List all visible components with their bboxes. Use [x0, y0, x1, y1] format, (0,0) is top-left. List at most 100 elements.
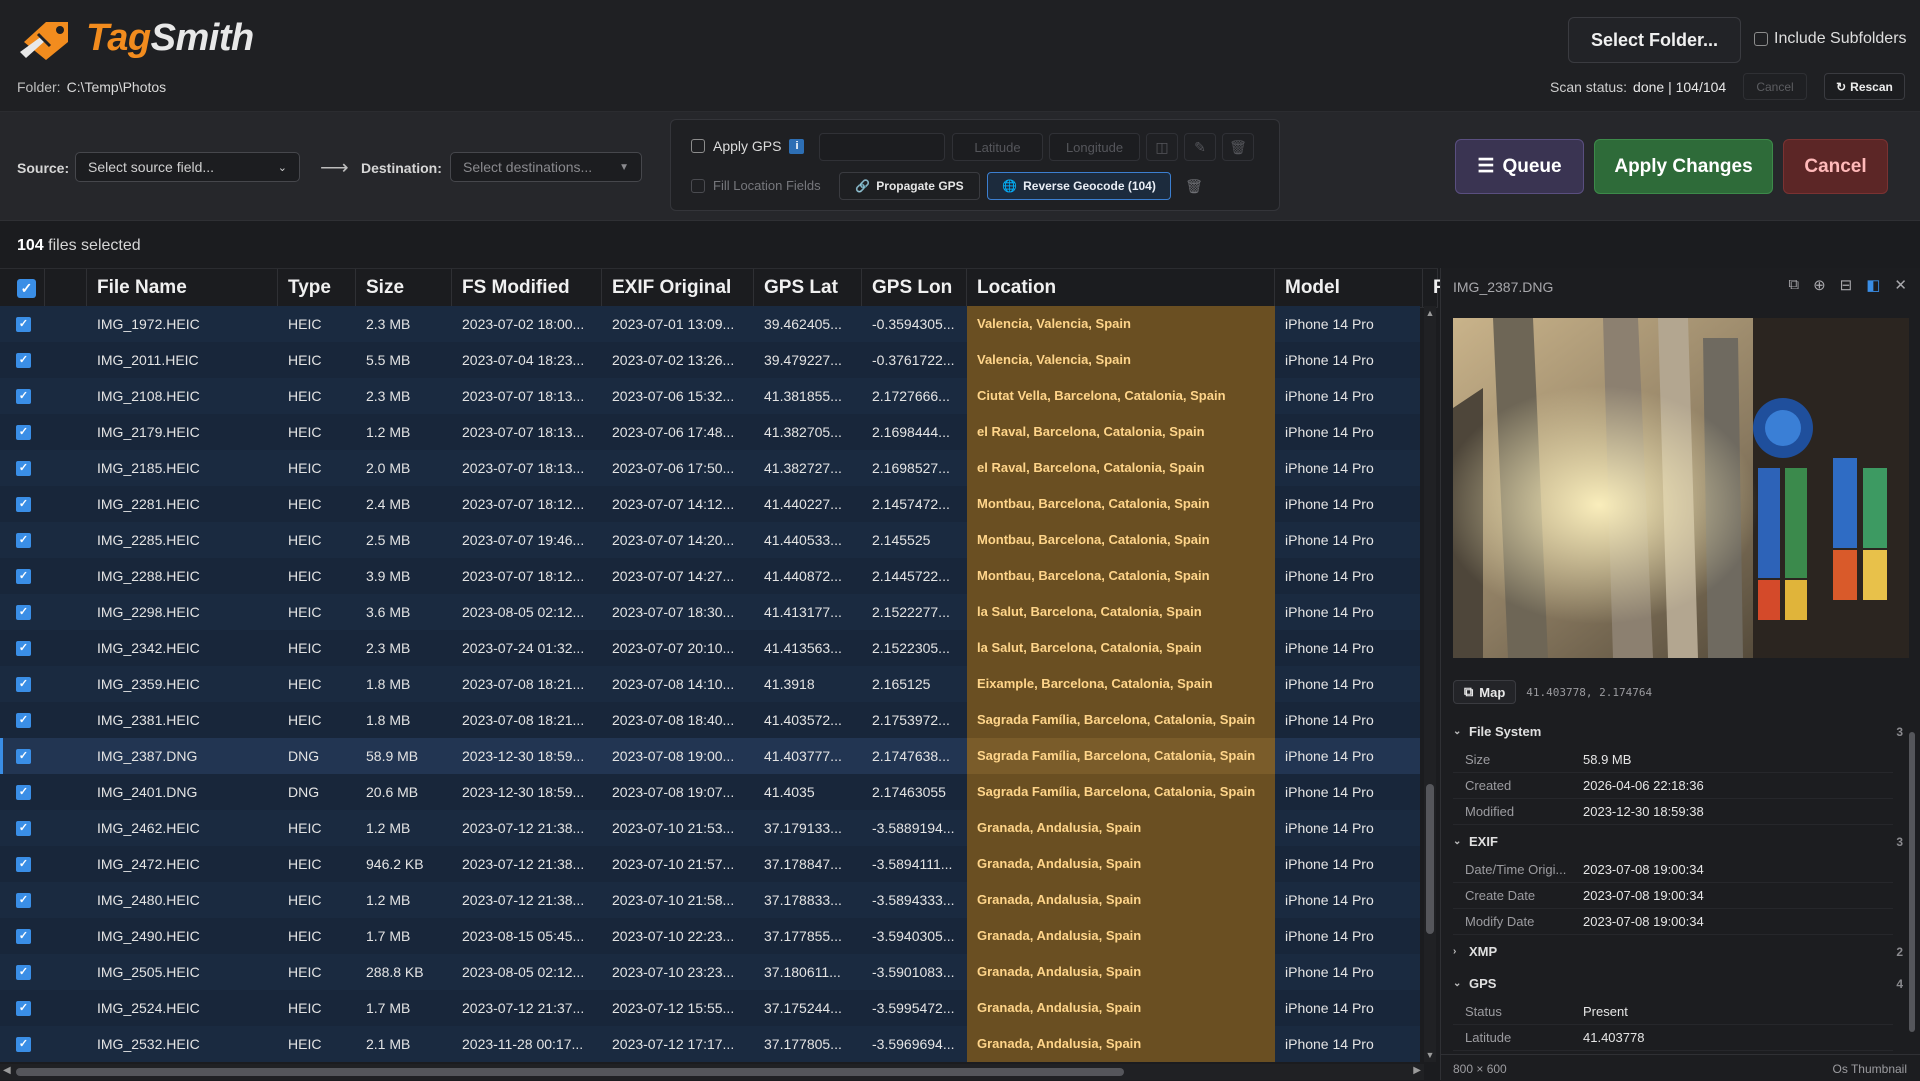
column-header-gps-lat[interactable]: GPS Lat	[754, 269, 862, 307]
table-row[interactable]: ✓ IMG_2281.HEIC HEIC 2.4 MB 2023-07-07 18:12…	[0, 486, 1420, 522]
row-select-cell[interactable]: ✓	[0, 306, 45, 342]
scroll-right-arrow-icon[interactable]: ▶	[1413, 1065, 1421, 1076]
info-icon[interactable]: i	[789, 138, 805, 154]
section-header-gps[interactable]: ⌄ GPS 4	[1453, 976, 1903, 991]
column-header-size[interactable]: Size	[356, 269, 452, 307]
row-select-cell[interactable]: ✓	[0, 414, 45, 450]
row-checkbox[interactable]: ✓	[16, 677, 31, 692]
table-row[interactable]: ✓ IMG_2472.HEIC HEIC 946.2 KB 2023-07-12 21:…	[0, 846, 1420, 882]
table-row[interactable]: ✓ IMG_2298.HEIC HEIC 3.6 MB 2023-08-05 02:12…	[0, 594, 1420, 630]
table-row[interactable]: ✓ IMG_2342.HEIC HEIC 2.3 MB 2023-07-24 01:32…	[0, 630, 1420, 666]
row-checkbox[interactable]: ✓	[16, 425, 31, 440]
layout-horizontal-icon[interactable]: ⊟	[1840, 276, 1853, 294]
row-checkbox[interactable]: ✓	[16, 893, 31, 908]
pencil-icon[interactable]: ✎	[1184, 133, 1216, 161]
fill-location-toggle[interactable]: Fill Location Fields	[691, 178, 821, 193]
queue-button[interactable]: ☰ Queue	[1455, 139, 1584, 194]
section-header-file-system[interactable]: ⌄ File System 3	[1453, 724, 1903, 739]
row-select-cell[interactable]: ✓	[0, 738, 45, 774]
row-checkbox[interactable]: ✓	[16, 1001, 31, 1016]
layout-vertical-icon[interactable]: ◧	[1866, 276, 1880, 294]
table-row[interactable]: ✓ IMG_2387.DNG DNG 58.9 MB 2023-12-30 18:59.…	[0, 738, 1420, 774]
row-checkbox[interactable]: ✓	[16, 821, 31, 836]
row-select-cell[interactable]: ✓	[0, 450, 45, 486]
include-subfolders-toggle[interactable]: Include Subfolders	[1754, 30, 1907, 48]
section-header-xmp[interactable]: › XMP 2	[1453, 944, 1903, 959]
select-all-header[interactable]: ✓	[0, 269, 45, 307]
column-header-exif-original[interactable]: EXIF Original	[602, 269, 754, 307]
rescan-button[interactable]: ↻ Rescan	[1824, 73, 1905, 100]
row-select-cell[interactable]: ✓	[0, 954, 45, 990]
row-select-cell[interactable]: ✓	[0, 558, 45, 594]
open-external-icon[interactable]: ⧉	[1788, 276, 1799, 294]
row-checkbox[interactable]: ✓	[16, 749, 31, 764]
map-button[interactable]: ⧉ Map	[1453, 680, 1517, 704]
select-all-checkbox[interactable]: ✓	[17, 279, 36, 298]
row-checkbox[interactable]: ✓	[16, 929, 31, 944]
table-row[interactable]: ✓ IMG_2381.HEIC HEIC 1.8 MB 2023-07-08 18:21…	[0, 702, 1420, 738]
row-checkbox[interactable]: ✓	[16, 497, 31, 512]
table-row[interactable]: ✓ IMG_2480.HEIC HEIC 1.2 MB 2023-07-12 21:38…	[0, 882, 1420, 918]
column-header-type[interactable]: Type	[278, 269, 356, 307]
column-header-gps-lon[interactable]: GPS Lon	[862, 269, 967, 307]
apply-gps-checkbox[interactable]	[691, 139, 705, 153]
reverse-geocode-button[interactable]: 🌐 Reverse Geocode (104)	[987, 172, 1171, 200]
row-checkbox[interactable]: ✓	[16, 713, 31, 728]
column-header-file-name[interactable]: File Name	[87, 269, 278, 307]
apply-changes-button[interactable]: Apply Changes	[1594, 139, 1773, 194]
row-checkbox[interactable]: ✓	[16, 785, 31, 800]
table-row[interactable]: ✓ IMG_2490.HEIC HEIC 1.7 MB 2023-08-15 05:45…	[0, 918, 1420, 954]
table-row[interactable]: ✓ IMG_2532.HEIC HEIC 2.1 MB 2023-11-28 00:17…	[0, 1026, 1420, 1062]
table-row[interactable]: ✓ IMG_2462.HEIC HEIC 1.2 MB 2023-07-12 21:38…	[0, 810, 1420, 846]
row-checkbox[interactable]: ✓	[16, 1037, 31, 1052]
row-checkbox[interactable]: ✓	[16, 389, 31, 404]
column-header-location[interactable]: Location	[967, 269, 1275, 307]
source-field-select[interactable]: Select source field... ⌄	[75, 152, 300, 182]
properties-scrollbar[interactable]	[1907, 714, 1917, 1044]
row-checkbox[interactable]: ✓	[16, 641, 31, 656]
row-select-cell[interactable]: ✓	[0, 486, 45, 522]
table-row[interactable]: ✓ IMG_2359.HEIC HEIC 1.8 MB 2023-07-08 18:21…	[0, 666, 1420, 702]
select-folder-button[interactable]: Select Folder...	[1568, 17, 1741, 63]
table-row[interactable]: ✓ IMG_2108.HEIC HEIC 2.3 MB 2023-07-07 18:13…	[0, 378, 1420, 414]
include-subfolders-checkbox[interactable]	[1754, 32, 1768, 46]
latitude-input[interactable]: Latitude	[952, 133, 1043, 161]
row-checkbox[interactable]: ✓	[16, 965, 31, 980]
gps-coords-input[interactable]	[819, 133, 945, 161]
scroll-down-arrow-icon[interactable]: ▼	[1424, 1050, 1436, 1060]
row-select-cell[interactable]: ✓	[0, 666, 45, 702]
row-select-cell[interactable]: ✓	[0, 378, 45, 414]
longitude-input[interactable]: Longitude	[1049, 133, 1140, 161]
cancel-button[interactable]: Cancel	[1783, 139, 1888, 194]
row-select-cell[interactable]: ✓	[0, 702, 45, 738]
row-select-cell[interactable]: ✓	[0, 810, 45, 846]
row-checkbox[interactable]: ✓	[16, 569, 31, 584]
table-horizontal-scrollbar[interactable]: ◀ ▶	[0, 1064, 1424, 1080]
table-vertical-scroll-thumb[interactable]	[1426, 784, 1434, 934]
table-horizontal-scroll-thumb[interactable]	[16, 1068, 1124, 1076]
row-select-cell[interactable]: ✓	[0, 882, 45, 918]
row-checkbox[interactable]: ✓	[16, 857, 31, 872]
row-select-cell[interactable]: ✓	[0, 630, 45, 666]
scroll-left-arrow-icon[interactable]: ◀	[3, 1065, 11, 1076]
column-header-fs-modified[interactable]: FS Modified	[452, 269, 602, 307]
row-checkbox[interactable]: ✓	[16, 353, 31, 368]
properties-scroll-thumb[interactable]	[1909, 732, 1915, 1032]
column-header-extra[interactable]: F	[1423, 269, 1445, 307]
scan-cancel-button[interactable]: Cancel	[1743, 73, 1807, 100]
row-checkbox[interactable]: ✓	[16, 533, 31, 548]
clear-geocode-trash-icon[interactable]: 🗑	[1180, 172, 1208, 200]
row-select-cell[interactable]: ✓	[0, 774, 45, 810]
column-header-model[interactable]: Model	[1275, 269, 1423, 307]
scroll-up-arrow-icon[interactable]: ▲	[1424, 308, 1436, 318]
camera-icon[interactable]: ◫	[1146, 133, 1178, 161]
table-row[interactable]: ✓ IMG_2011.HEIC HEIC 5.5 MB 2023-07-04 18:23…	[0, 342, 1420, 378]
row-checkbox[interactable]: ✓	[16, 317, 31, 332]
row-select-cell[interactable]: ✓	[0, 918, 45, 954]
row-select-cell[interactable]: ✓	[0, 522, 45, 558]
table-row[interactable]: ✓ IMG_2401.DNG DNG 20.6 MB 2023-12-30 18:59.…	[0, 774, 1420, 810]
propagate-gps-button[interactable]: 🔗 Propagate GPS	[839, 172, 980, 200]
row-checkbox[interactable]: ✓	[16, 605, 31, 620]
fill-location-checkbox[interactable]	[691, 178, 705, 193]
row-select-cell[interactable]: ✓	[0, 1026, 45, 1062]
